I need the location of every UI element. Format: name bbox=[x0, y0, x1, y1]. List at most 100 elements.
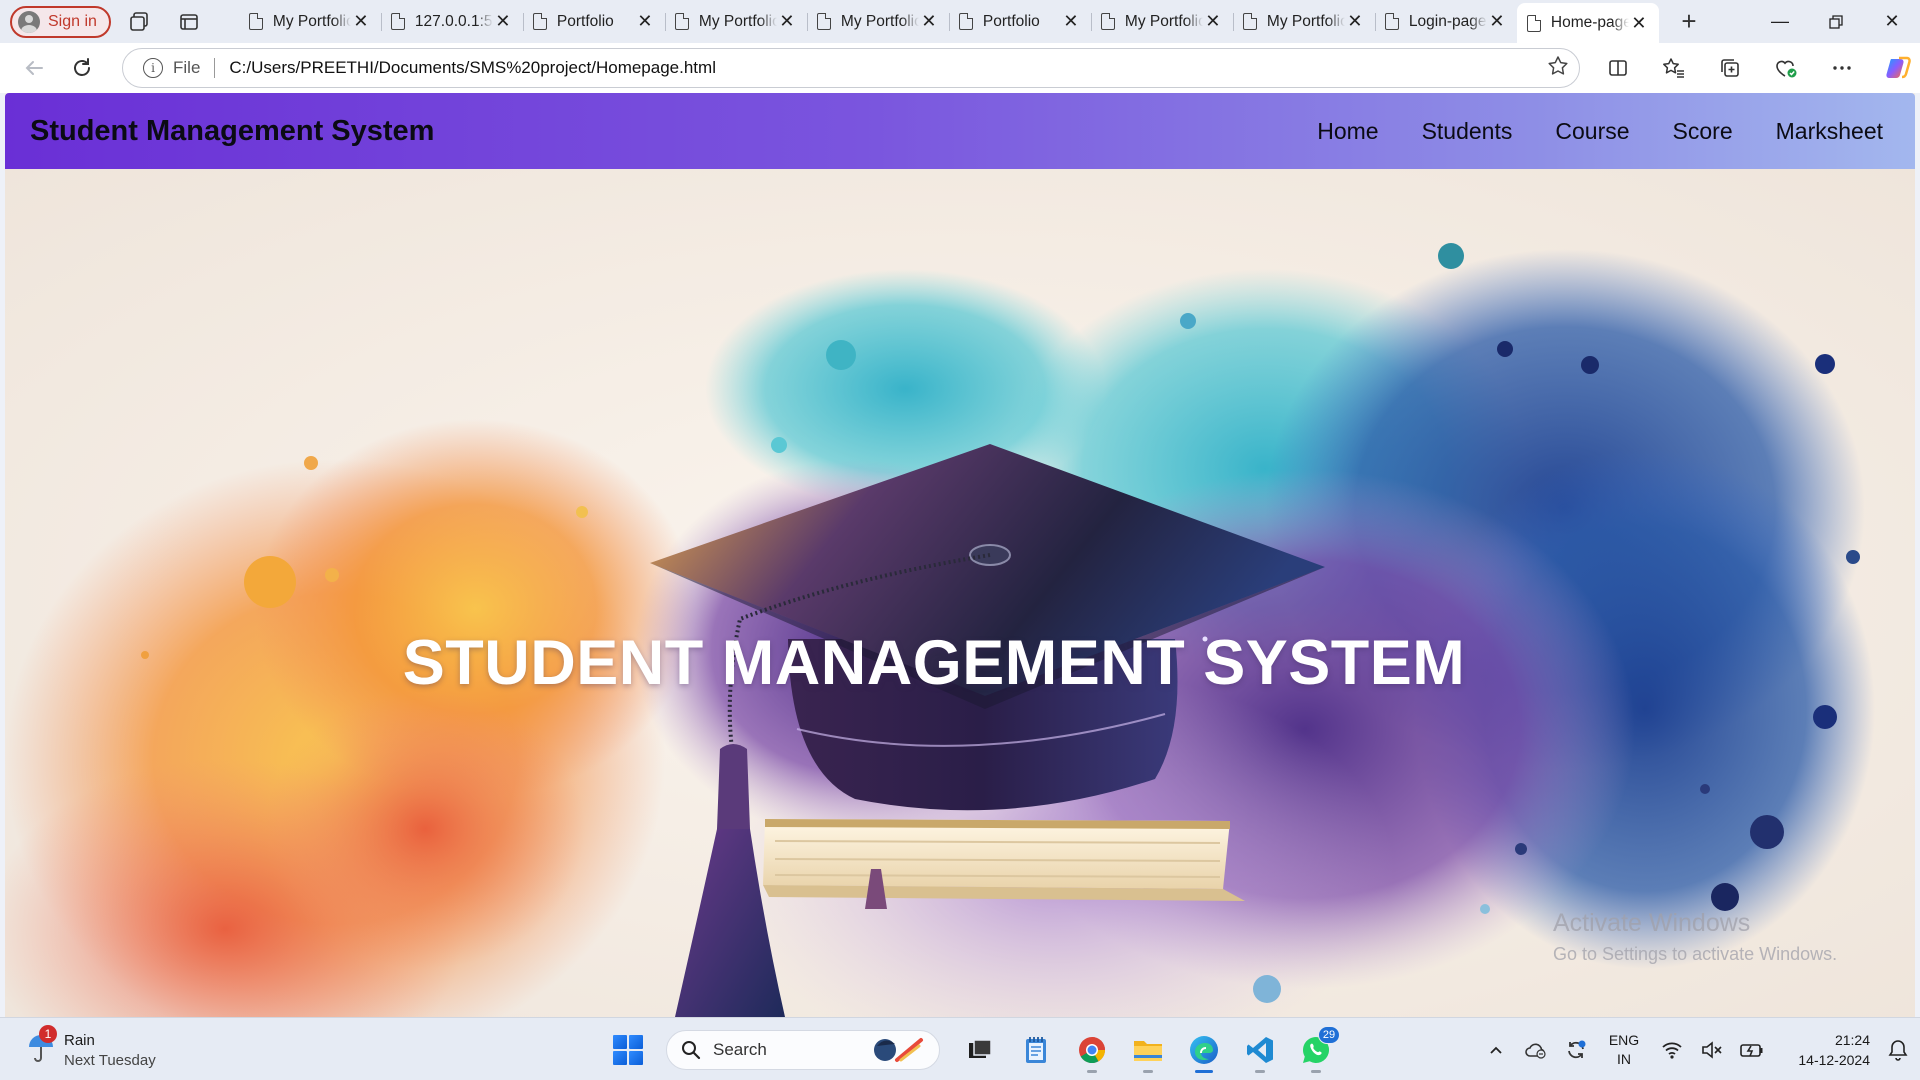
tab-title: Portfolio bbox=[556, 12, 614, 30]
tab-title: Portfolio bbox=[982, 12, 1040, 30]
activate-windows-watermark: Activate Windows Go to Settings to activ… bbox=[1553, 909, 1837, 965]
notification-bell-icon[interactable] bbox=[1876, 1030, 1920, 1070]
signin-label: Sign in bbox=[48, 12, 97, 30]
tab-title: My Portfolio bbox=[698, 12, 777, 30]
close-tab-icon[interactable]: ✕ bbox=[635, 11, 655, 32]
close-tab-icon[interactable]: ✕ bbox=[1345, 11, 1365, 32]
whatsapp-icon[interactable]: 29 bbox=[1288, 1026, 1344, 1074]
workspaces-icon[interactable] bbox=[117, 4, 161, 40]
page-icon bbox=[1100, 13, 1115, 30]
browser-tab[interactable]: 127.0.0.1:5 ✕ bbox=[380, 4, 523, 40]
hero-background-image bbox=[5, 169, 1915, 1017]
nav-link-course[interactable]: Course bbox=[1555, 118, 1629, 145]
close-tab-icon[interactable]: ✕ bbox=[1061, 11, 1081, 32]
windows-taskbar: 1 Rain Next Tuesday Search 29 ENG IN 21:… bbox=[0, 1017, 1920, 1080]
weather-sublabel: Next Tuesday bbox=[64, 1052, 156, 1069]
taskbar-apps: Search 29 bbox=[606, 1026, 1344, 1074]
screen: Sign in My Portfolio ✕ 127.0.0.1:5 ✕ Portf… bbox=[0, 0, 1920, 1080]
minimize-icon[interactable]: — bbox=[1752, 0, 1808, 43]
browser-tab-active[interactable]: Home-page ✕ bbox=[1516, 3, 1659, 43]
close-tab-icon[interactable]: ✕ bbox=[493, 11, 513, 32]
clock-date: 14-12-2024 bbox=[1798, 1051, 1870, 1068]
close-window-icon[interactable]: ✕ bbox=[1864, 0, 1920, 43]
close-tab-icon[interactable]: ✕ bbox=[351, 11, 371, 32]
tab-actions-icon[interactable] bbox=[167, 4, 211, 40]
notepad-icon[interactable] bbox=[1008, 1026, 1064, 1074]
browser-tab[interactable]: Login-page ✕ bbox=[1374, 4, 1517, 40]
browser-tab[interactable]: My Portfolio ✕ bbox=[239, 4, 381, 40]
page-icon bbox=[1526, 14, 1541, 32]
battery-charging-icon[interactable] bbox=[1732, 1030, 1772, 1070]
sync-icon[interactable] bbox=[1556, 1030, 1596, 1070]
hero-banner: STUDENT MANAGEMENT SYSTEM Activate Windo… bbox=[5, 169, 1915, 1017]
weather-widget[interactable]: 1 Rain Next Tuesday bbox=[26, 1025, 156, 1071]
tab-title: My Portfolio bbox=[1266, 12, 1345, 30]
tab-title: Login-page bbox=[1408, 12, 1487, 30]
tab-title: My Portfolio bbox=[840, 12, 919, 30]
restore-icon[interactable] bbox=[1808, 0, 1864, 43]
close-tab-icon[interactable]: ✕ bbox=[1203, 11, 1223, 32]
page-icon bbox=[674, 13, 689, 30]
input-language[interactable]: ENG IN bbox=[1596, 1031, 1652, 1069]
umbrella-rain-icon: 1 bbox=[26, 1025, 57, 1063]
nav-link-marksheet[interactable]: Marksheet bbox=[1776, 118, 1883, 145]
region-code: IN bbox=[1617, 1050, 1631, 1067]
tab-title: My Portfolio bbox=[1124, 12, 1203, 30]
favorites-icon[interactable] bbox=[1654, 48, 1694, 88]
browser-tab[interactable]: My Portfolio ✕ bbox=[1090, 4, 1233, 40]
browser-tab[interactable]: Portfolio ✕ bbox=[522, 4, 665, 40]
copilot-icon[interactable] bbox=[1878, 48, 1918, 88]
site-brand: Student Management System bbox=[30, 114, 435, 147]
tab-title: 127.0.0.1:5 bbox=[414, 12, 493, 30]
nav-link-home[interactable]: Home bbox=[1317, 118, 1378, 145]
search-icon bbox=[682, 1041, 701, 1060]
address-bar[interactable]: i File C:/Users/PREETHI/Documents/SMS%20… bbox=[122, 48, 1580, 88]
nav-link-students[interactable]: Students bbox=[1422, 118, 1513, 145]
task-view-icon[interactable] bbox=[952, 1026, 1008, 1074]
close-tab-icon[interactable]: ✕ bbox=[777, 11, 797, 32]
file-explorer-icon[interactable] bbox=[1120, 1026, 1176, 1074]
chevron-up-icon[interactable] bbox=[1476, 1030, 1516, 1070]
close-tab-icon[interactable]: ✕ bbox=[1487, 11, 1507, 32]
collections-icon[interactable] bbox=[1710, 48, 1750, 88]
browser-tab[interactable]: My Portfolio ✕ bbox=[1232, 4, 1375, 40]
browser-tab[interactable]: Portfolio ✕ bbox=[948, 4, 1091, 40]
back-icon[interactable] bbox=[14, 48, 54, 88]
volume-muted-icon[interactable] bbox=[1692, 1030, 1732, 1070]
browser-essentials-icon[interactable] bbox=[1766, 48, 1806, 88]
signin-button[interactable]: Sign in bbox=[10, 5, 111, 38]
edge-icon[interactable] bbox=[1176, 1026, 1232, 1074]
browser-tab-strip: Sign in My Portfolio ✕ 127.0.0.1:5 ✕ Portf… bbox=[0, 0, 1920, 43]
page-icon bbox=[958, 13, 973, 30]
new-tab-button[interactable]: + bbox=[1665, 4, 1713, 40]
vscode-icon[interactable] bbox=[1232, 1026, 1288, 1074]
browser-tab[interactable]: My Portfolio ✕ bbox=[664, 4, 807, 40]
split-screen-icon[interactable] bbox=[1598, 48, 1638, 88]
weather-label: Rain bbox=[64, 1032, 95, 1049]
page-viewport: Student Management System Home Students … bbox=[5, 93, 1915, 1017]
browser-tab[interactable]: My Portfolio ✕ bbox=[806, 4, 949, 40]
tab-title: My Portfolio bbox=[272, 12, 351, 30]
url-scheme-label: File bbox=[173, 58, 201, 77]
refresh-icon[interactable] bbox=[62, 48, 102, 88]
page-icon bbox=[390, 13, 405, 30]
info-icon[interactable]: i bbox=[143, 58, 163, 78]
more-options-icon[interactable] bbox=[1822, 48, 1862, 88]
system-clock[interactable]: 21:24 14-12-2024 bbox=[1782, 1030, 1870, 1070]
close-tab-icon[interactable]: ✕ bbox=[919, 11, 939, 32]
divider bbox=[214, 58, 216, 78]
onedrive-sync-icon[interactable] bbox=[1516, 1030, 1556, 1070]
start-windows-icon[interactable] bbox=[606, 1028, 650, 1072]
close-tab-icon[interactable]: ✕ bbox=[1629, 13, 1649, 34]
page-icon bbox=[532, 13, 547, 30]
url-text[interactable]: C:/Users/PREETHI/Documents/SMS%20project… bbox=[229, 58, 1547, 78]
chrome-icon[interactable] bbox=[1064, 1026, 1120, 1074]
site-nav: Home Students Course Score Marksheet bbox=[1274, 118, 1883, 145]
wifi-icon[interactable] bbox=[1652, 1030, 1692, 1070]
nav-link-score[interactable]: Score bbox=[1673, 118, 1733, 145]
watermark-line-1: Activate Windows bbox=[1553, 909, 1751, 937]
favorite-star-icon[interactable] bbox=[1547, 55, 1569, 82]
page-icon bbox=[1242, 13, 1257, 30]
whatsapp-unread-badge: 29 bbox=[1318, 1026, 1340, 1044]
taskbar-search[interactable]: Search bbox=[666, 1030, 940, 1070]
